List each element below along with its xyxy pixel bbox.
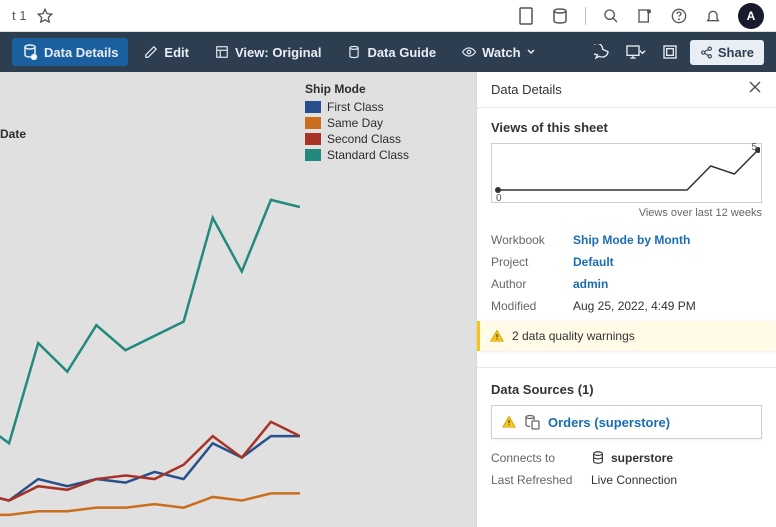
modified-value: Aug 25, 2022, 4:49 PM <box>573 299 696 313</box>
avatar[interactable]: A <box>738 3 764 29</box>
legend-label: Standard Class <box>327 148 409 162</box>
legend-item[interactable]: First Class <box>305 100 409 114</box>
project-label: Project <box>491 255 573 269</box>
edit-button[interactable]: Edit <box>134 39 199 66</box>
connects-value: superstore <box>611 451 673 465</box>
database-icon[interactable] <box>551 7 569 25</box>
warning-text: 2 data quality warnings <box>512 329 635 343</box>
x-axis-label: Date <box>0 127 26 141</box>
legend-swatch <box>305 117 321 129</box>
views-section-title: Views of this sheet <box>491 120 762 135</box>
warning-icon <box>490 329 504 343</box>
data-guide-label: Data Guide <box>367 45 436 60</box>
search-icon[interactable] <box>602 7 620 25</box>
star-icon[interactable] <box>36 7 54 25</box>
datasource-card[interactable]: Orders (superstore) <box>491 405 762 439</box>
workbook-label: Workbook <box>491 233 573 247</box>
refresh-value: Live Connection <box>591 473 677 487</box>
project-link[interactable]: Default <box>573 255 614 269</box>
spark-min: 0 <box>496 193 502 204</box>
datasource-icon <box>524 414 540 430</box>
watch-label: Watch <box>482 45 521 60</box>
datasource-name: Orders (superstore) <box>548 415 670 430</box>
view-original-button[interactable]: View: Original <box>205 39 331 66</box>
panel-title: Data Details <box>491 82 562 97</box>
workbook-link[interactable]: Ship Mode by Month <box>573 233 690 247</box>
spark-caption: Views over last 12 weeks <box>491 207 762 219</box>
tab-title: t 1 <box>12 8 26 23</box>
view-label: View: Original <box>235 45 321 60</box>
author-label: Author <box>491 277 573 291</box>
legend-swatch <box>305 101 321 113</box>
data-details-label: Data Details <box>44 45 118 60</box>
watch-button[interactable]: Watch <box>452 39 545 66</box>
data-details-button[interactable]: Data Details <box>12 38 128 66</box>
sparkline-box: 5 0 <box>491 143 762 203</box>
comments-icon[interactable] <box>588 38 616 66</box>
warning-icon <box>502 415 516 429</box>
legend-item[interactable]: Second Class <box>305 132 409 146</box>
chevron-down-icon <box>527 48 535 56</box>
help-icon[interactable] <box>670 7 688 25</box>
download-icon[interactable] <box>622 38 650 66</box>
chart-area: Date Ship Mode First Class Same Day Second… <box>0 72 476 527</box>
database-icon <box>591 451 605 465</box>
top-bar: t 1 A <box>0 0 776 32</box>
legend: Ship Mode First Class Same Day Second Clas… <box>305 82 409 164</box>
legend-label: First Class <box>327 100 384 114</box>
edit-label: Edit <box>164 45 189 60</box>
device-icon[interactable] <box>517 7 535 25</box>
legend-item[interactable]: Same Day <box>305 116 409 130</box>
close-icon[interactable] <box>748 80 762 99</box>
legend-label: Second Class <box>327 132 401 146</box>
view-toolbar: Data Details Edit View: Original Data Gu… <box>0 32 776 72</box>
share-button[interactable]: Share <box>690 40 764 65</box>
data-details-panel: Data Details Views of this sheet 5 0 Vie… <box>476 72 776 527</box>
connects-label: Connects to <box>491 451 591 465</box>
warning-banner[interactable]: 2 data quality warnings <box>477 321 776 351</box>
ds-section-title: Data Sources (1) <box>491 382 762 397</box>
new-icon[interactable] <box>636 7 654 25</box>
legend-swatch <box>305 149 321 161</box>
fullscreen-icon[interactable] <box>656 38 684 66</box>
legend-title: Ship Mode <box>305 82 409 96</box>
divider <box>585 7 586 25</box>
legend-item[interactable]: Standard Class <box>305 148 409 162</box>
legend-label: Same Day <box>327 116 383 130</box>
bell-icon[interactable] <box>704 7 722 25</box>
divider <box>477 367 776 368</box>
data-guide-button[interactable]: Data Guide <box>337 39 446 66</box>
spark-max: 5 <box>751 142 757 153</box>
author-link[interactable]: admin <box>573 277 608 291</box>
legend-swatch <box>305 133 321 145</box>
share-label: Share <box>718 45 754 60</box>
modified-label: Modified <box>491 299 573 313</box>
refresh-label: Last Refreshed <box>491 473 591 487</box>
line-chart <box>0 182 300 522</box>
